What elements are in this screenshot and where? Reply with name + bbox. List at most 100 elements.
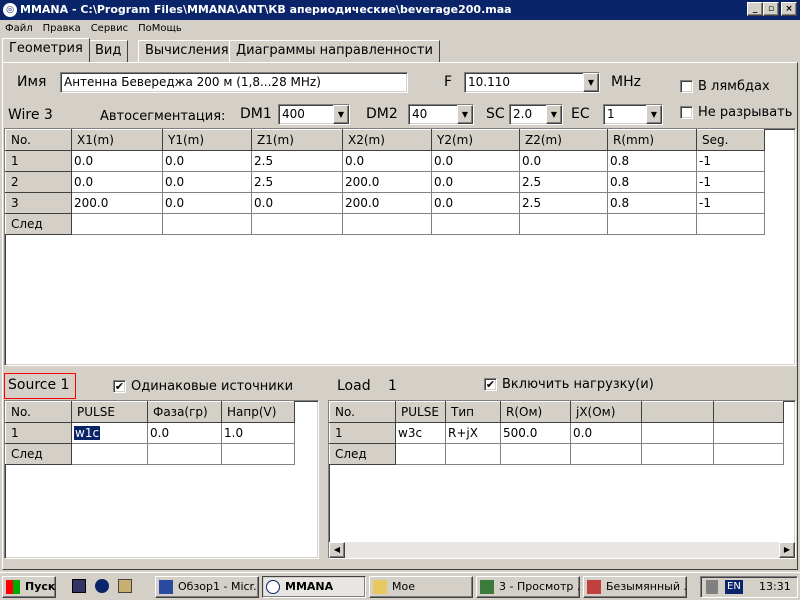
cell[interactable] [713, 422, 784, 444]
col-pulse[interactable]: PULSE [71, 401, 148, 423]
cell[interactable]: w3c [395, 422, 446, 444]
language-indicator[interactable]: EN [725, 580, 743, 594]
col-empty[interactable] [641, 401, 714, 423]
cell[interactable]: -1 [696, 171, 765, 193]
cell[interactable] [431, 213, 520, 235]
cell[interactable]: 2.5 [519, 192, 608, 214]
table-row[interactable]: 3 200.0 0.0 0.0 200.0 0.0 2.5 0.8 -1 [5, 192, 765, 214]
table-row[interactable]: 1 0.0 0.0 2.5 0.0 0.0 0.0 0.8 -1 [5, 150, 765, 172]
taskbar-item-overview[interactable]: Обзор1 - Micr... [155, 576, 259, 598]
desktop-icon[interactable] [72, 579, 86, 593]
cell[interactable] [696, 213, 765, 235]
col-r[interactable]: R(Ом) [500, 401, 571, 423]
cell[interactable]: 2.5 [251, 171, 343, 193]
col-no[interactable]: No. [329, 401, 396, 423]
col-jx[interactable]: jX(Ом) [570, 401, 642, 423]
load-grid[interactable]: No. PULSE Тип R(Ом) jX(Ом) 1 w3c R+jX 50… [328, 400, 796, 559]
cell[interactable] [607, 213, 697, 235]
start-button[interactable]: Пуск [2, 576, 56, 598]
clock[interactable]: 13:31 [759, 580, 791, 593]
next-row-label[interactable]: След [5, 213, 72, 235]
name-field[interactable]: Антенна Бевереджа 200 м (1,8...28 MHz) [60, 72, 408, 93]
cell[interactable] [71, 213, 163, 235]
browser-icon[interactable] [95, 579, 109, 593]
cell[interactable]: 0.0 [342, 150, 432, 172]
cell[interactable]: w1c [71, 422, 148, 444]
cell[interactable]: 0.0 [162, 192, 252, 214]
enable-load-checkbox[interactable]: ✔ [484, 378, 497, 391]
cell[interactable] [162, 213, 252, 235]
cell[interactable]: 200.0 [342, 192, 432, 214]
dm2-combo[interactable]: 40 ▼ [408, 104, 474, 125]
cell[interactable]: 2.5 [251, 150, 343, 172]
explorer-icon[interactable] [118, 579, 132, 593]
col-x1[interactable]: X1(m) [71, 129, 163, 151]
col-y1[interactable]: Y1(m) [162, 129, 252, 151]
cell[interactable]: 0.0 [162, 150, 252, 172]
table-row[interactable]: След [5, 213, 765, 235]
cell[interactable]: 0.8 [607, 150, 697, 172]
source-grid[interactable]: No. PULSE Фаза(гр) Напр(V) 1 w1c 0.0 1.0… [4, 400, 319, 559]
col-voltage[interactable]: Напр(V) [221, 401, 295, 423]
col-type[interactable]: Тип [445, 401, 501, 423]
speaker-icon[interactable] [706, 580, 718, 594]
taskbar-item-mmana[interactable]: MMANA [262, 576, 366, 598]
cell[interactable] [641, 443, 714, 465]
col-x2[interactable]: X2(m) [342, 129, 432, 151]
col-z2[interactable]: Z2(m) [519, 129, 608, 151]
dropdown-arrow-icon[interactable]: ▼ [333, 105, 349, 124]
cell[interactable]: 1.0 [221, 422, 295, 444]
dropdown-arrow-icon[interactable]: ▼ [546, 105, 562, 124]
ec-combo[interactable]: 1 ▼ [603, 104, 663, 125]
cell[interactable] [71, 443, 148, 465]
taskbar-item-untitled[interactable]: Безымянный ... [583, 576, 687, 598]
same-sources-checkbox[interactable]: ✔ [113, 380, 126, 393]
cell[interactable] [445, 443, 501, 465]
table-row[interactable]: 2 0.0 0.0 2.5 200.0 0.0 2.5 0.8 -1 [5, 171, 765, 193]
col-phase[interactable]: Фаза(гр) [147, 401, 222, 423]
col-no[interactable]: No. [5, 401, 72, 423]
col-no[interactable]: No. [5, 129, 72, 151]
sc-combo[interactable]: 2.0 ▼ [509, 104, 563, 125]
table-row[interactable]: След [5, 443, 295, 465]
cell[interactable]: 200.0 [71, 192, 163, 214]
cell[interactable]: 0.8 [607, 192, 697, 214]
minimize-button[interactable]: _ [747, 2, 763, 16]
col-z1[interactable]: Z1(m) [251, 129, 343, 151]
tab-calculation[interactable]: Вычисления [138, 40, 236, 62]
row-number[interactable]: 1 [5, 422, 72, 444]
col-pulse[interactable]: PULSE [395, 401, 446, 423]
col-empty[interactable] [713, 401, 784, 423]
col-y2[interactable]: Y2(m) [431, 129, 520, 151]
cell[interactable] [641, 422, 714, 444]
maximize-button[interactable]: ▫ [763, 2, 779, 16]
table-row[interactable]: 1 w1c 0.0 1.0 [5, 422, 295, 444]
row-number[interactable]: 1 [329, 422, 396, 444]
cell[interactable]: 0.0 [570, 422, 642, 444]
taskbar-item-viewer[interactable]: 3 - Просмотр ... [476, 576, 580, 598]
table-row[interactable]: След [329, 443, 784, 465]
selected-pulse-cell[interactable]: w1c [74, 426, 101, 440]
tab-geometry[interactable]: Геометрия [2, 38, 90, 62]
wires-grid[interactable]: No. X1(m) Y1(m) Z1(m) X2(m) Y2(m) Z2(m) … [4, 128, 796, 366]
cell[interactable] [251, 213, 343, 235]
cell[interactable] [519, 213, 608, 235]
nobreak-checkbox[interactable] [680, 106, 693, 119]
cell[interactable]: 500.0 [500, 422, 571, 444]
cell[interactable]: 200.0 [342, 171, 432, 193]
cell[interactable]: 0.0 [71, 171, 163, 193]
row-number[interactable]: 1 [5, 150, 72, 172]
dm1-combo[interactable]: 400 ▼ [278, 104, 350, 125]
dropdown-arrow-icon[interactable]: ▼ [583, 73, 599, 92]
cell[interactable]: 0.0 [71, 150, 163, 172]
tab-patterns[interactable]: Диаграммы направленности [229, 40, 440, 62]
tab-view[interactable]: Вид [88, 40, 129, 62]
col-seg[interactable]: Seg. [696, 129, 765, 151]
cell[interactable] [395, 443, 446, 465]
col-r[interactable]: R(mm) [607, 129, 697, 151]
cell[interactable]: 0.0 [251, 192, 343, 214]
dropdown-arrow-icon[interactable]: ▼ [457, 105, 473, 124]
cell[interactable]: 0.8 [607, 171, 697, 193]
cell[interactable] [713, 443, 784, 465]
row-number[interactable]: 3 [5, 192, 72, 214]
